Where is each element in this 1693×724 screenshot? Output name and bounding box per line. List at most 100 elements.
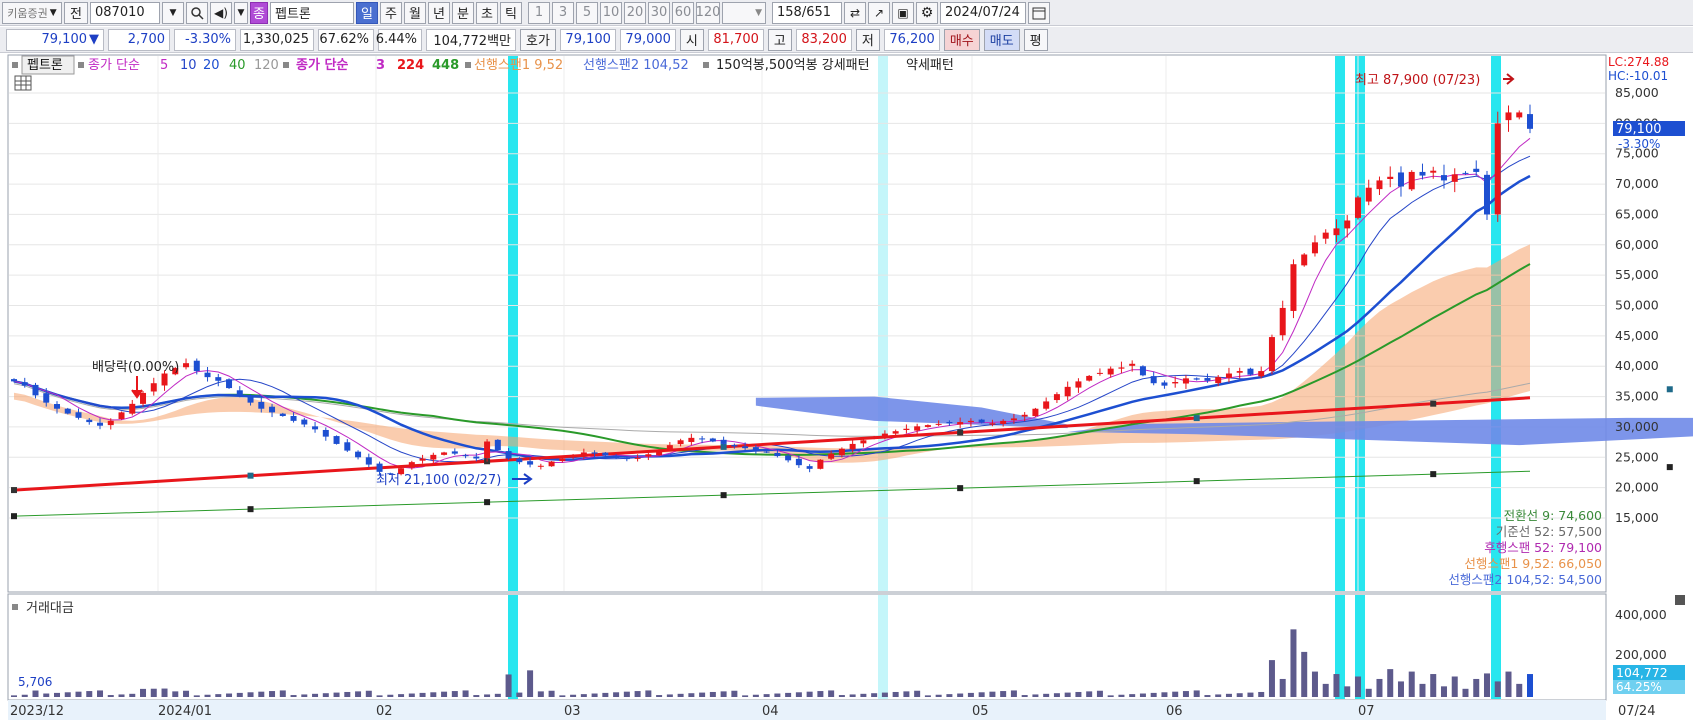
interval-custom-input[interactable]: ▼ bbox=[722, 1, 766, 24]
y-tick-label: 65,000 bbox=[1615, 206, 1659, 221]
interval-30[interactable]: 30 bbox=[648, 1, 670, 24]
gear-icon[interactable]: ⚙ bbox=[916, 1, 938, 24]
high-price: 83,200 bbox=[795, 28, 852, 51]
volume-bar bbox=[301, 694, 308, 697]
volume-pct-text: 64.25% bbox=[1616, 680, 1662, 694]
period-year[interactable]: 년 bbox=[428, 1, 450, 24]
volume-bar bbox=[957, 693, 964, 697]
volume-bar bbox=[1086, 691, 1093, 697]
candle-body bbox=[570, 455, 577, 457]
y-tick-label: 85,000 bbox=[1615, 85, 1659, 100]
chart-area[interactable]: 펩트론 종가 단순 5 10 20 40 120 종가 단순 3 224 448… bbox=[0, 54, 1693, 720]
candle-body bbox=[1483, 174, 1490, 215]
interval-120[interactable]: 120 bbox=[696, 1, 720, 24]
stock-search-dropdown[interactable]: 키움증권 ▼ bbox=[2, 1, 62, 24]
candle-body bbox=[161, 373, 168, 386]
period-month[interactable]: 월 bbox=[404, 1, 426, 24]
eval-button[interactable]: 평 bbox=[1023, 28, 1048, 51]
candle-body bbox=[1086, 375, 1093, 381]
interval-60[interactable]: 60 bbox=[672, 1, 694, 24]
candle-body bbox=[914, 426, 921, 431]
stock-code-input[interactable]: 087010 bbox=[90, 1, 160, 24]
volume-bar bbox=[1483, 673, 1490, 697]
interval-5[interactable]: 5 bbox=[576, 1, 598, 24]
volume-bar bbox=[1161, 692, 1168, 697]
volume-bar bbox=[1430, 674, 1437, 697]
sell-button[interactable]: 매도 bbox=[983, 28, 1020, 51]
volume-bar bbox=[785, 692, 792, 697]
volume-bar bbox=[742, 695, 749, 697]
volume-bar bbox=[881, 692, 888, 697]
candle-body bbox=[505, 451, 512, 459]
search-icon[interactable] bbox=[186, 1, 208, 24]
volume-bar bbox=[376, 695, 383, 697]
volume-bar bbox=[419, 692, 426, 697]
compare-icon[interactable]: ⇄ bbox=[844, 1, 866, 24]
interval-3[interactable]: 3 bbox=[552, 1, 574, 24]
volume-bar bbox=[688, 693, 695, 697]
y-axis-ticks: 85,00080,00075,00070,00065,00060,00055,0… bbox=[1615, 85, 1659, 525]
down-arrow-icon: ▼ bbox=[89, 32, 99, 47]
interval-10[interactable]: 10 bbox=[600, 1, 622, 24]
volume-bar bbox=[752, 694, 759, 697]
volume-close-icon[interactable] bbox=[1675, 595, 1685, 605]
table-toggle-icon[interactable] bbox=[14, 75, 32, 91]
ask-price: 79,100 bbox=[559, 28, 616, 51]
volume-bar bbox=[935, 694, 942, 697]
ichimoku-base: 기준선 52: 57,500 bbox=[1496, 524, 1602, 539]
chevron-down-icon[interactable]: ▼ bbox=[162, 1, 184, 24]
volume-bar bbox=[1354, 676, 1361, 697]
draw-icon[interactable]: ↗ bbox=[868, 1, 890, 24]
candle-body bbox=[484, 441, 491, 458]
date-input[interactable]: 2024/07/24 bbox=[940, 1, 1026, 24]
open-price: 81,700 bbox=[707, 28, 764, 51]
volume-bar bbox=[505, 674, 512, 697]
count-field[interactable]: 158/651 bbox=[772, 1, 842, 24]
volume-bar bbox=[720, 691, 727, 697]
candle-body bbox=[1354, 197, 1361, 218]
volume-bar bbox=[1322, 683, 1329, 697]
period-tick[interactable]: 틱 bbox=[500, 1, 522, 24]
volume-bar bbox=[828, 690, 835, 697]
candle-body bbox=[946, 422, 953, 424]
volume-bar bbox=[441, 691, 448, 697]
period-day[interactable]: 일 bbox=[356, 1, 378, 24]
trend-marker bbox=[1193, 415, 1200, 422]
volume-bar bbox=[408, 693, 415, 697]
volume-bar bbox=[1129, 694, 1136, 697]
chevron-down-icon[interactable]: ▼ bbox=[234, 1, 248, 24]
volume-bar bbox=[355, 691, 362, 697]
current-change-label: -3.30% bbox=[1618, 137, 1660, 151]
volume-bar bbox=[150, 688, 157, 697]
buy-button[interactable]: 매수 bbox=[943, 28, 980, 51]
candle-body bbox=[322, 429, 329, 437]
stock-name-field[interactable]: 펩트론 bbox=[270, 1, 354, 24]
save-icon[interactable]: ▣ bbox=[892, 1, 914, 24]
candle-body bbox=[279, 413, 286, 416]
speaker-icon[interactable]: ◀) bbox=[210, 1, 232, 24]
volume-bar bbox=[946, 694, 953, 697]
period-week[interactable]: 주 bbox=[380, 1, 402, 24]
candle-body bbox=[1064, 386, 1071, 397]
candle-body bbox=[1419, 171, 1426, 176]
candle-body bbox=[1129, 363, 1136, 366]
candle-body bbox=[1408, 171, 1415, 190]
volume-bar bbox=[1376, 678, 1383, 697]
interval-1[interactable]: 1 bbox=[528, 1, 550, 24]
candle-body bbox=[494, 439, 501, 450]
volume-bar bbox=[451, 691, 458, 697]
volume-bar bbox=[1494, 681, 1501, 697]
period-minute[interactable]: 분 bbox=[452, 1, 474, 24]
candle-body bbox=[1527, 114, 1533, 129]
calendar-icon[interactable] bbox=[1028, 1, 1050, 24]
volume-bar bbox=[86, 691, 93, 697]
prev-button[interactable]: 전 bbox=[64, 1, 88, 24]
period-second[interactable]: 초 bbox=[476, 1, 498, 24]
y-tick-label: 35,000 bbox=[1615, 389, 1659, 404]
volume-bar bbox=[623, 691, 630, 697]
volume-bar bbox=[1473, 678, 1480, 697]
volume-bar bbox=[1032, 694, 1039, 697]
candle-body bbox=[817, 459, 824, 469]
interval-20[interactable]: 20 bbox=[624, 1, 646, 24]
candle-body bbox=[1387, 176, 1394, 179]
